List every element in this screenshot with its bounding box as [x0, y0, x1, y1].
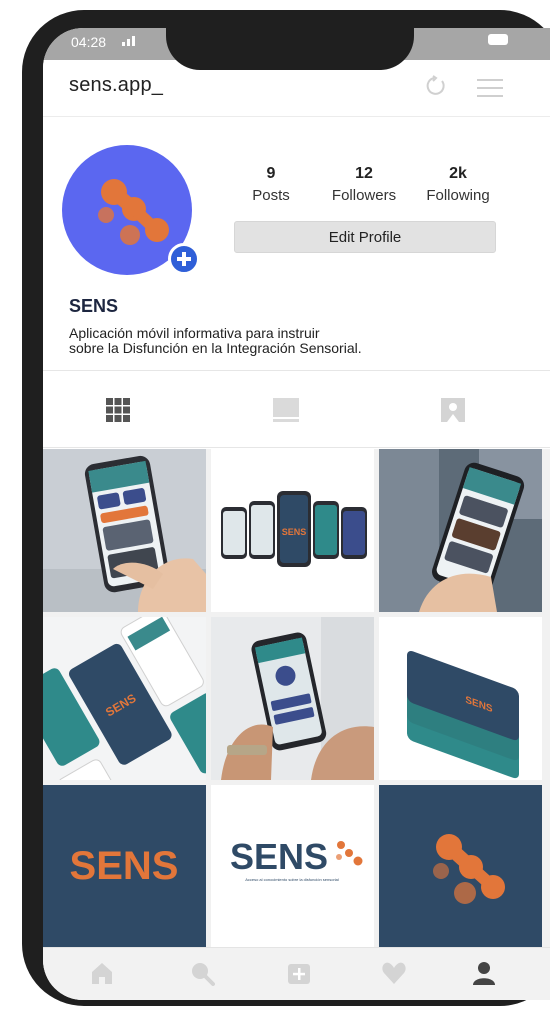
stat-value: 9 [266, 165, 276, 182]
stat-label: Posts [252, 187, 290, 204]
status-time: 04:28 [71, 34, 107, 50]
add-icon[interactable] [286, 960, 312, 986]
sens-wordmark: SENS [70, 844, 179, 888]
heart-icon[interactable] [381, 960, 407, 986]
sens-logo-icon [379, 785, 542, 948]
bottom-nav [43, 947, 550, 1000]
add-story-icon[interactable] [168, 243, 200, 275]
feed-icon[interactable] [271, 395, 301, 425]
post-thumbnail[interactable]: SENS [43, 785, 206, 948]
sens-wordmark: SENS [282, 527, 307, 537]
bio-line: sobre la Disfunción en la Integración Se… [69, 340, 362, 356]
profile-name: SENS [69, 296, 119, 316]
posts-grid: SENS SENS SENS SENS SENS Acceso al conoc… [43, 449, 550, 948]
profile-icon[interactable] [471, 960, 497, 986]
stat-value: 12 [355, 165, 373, 182]
post-thumbnail[interactable]: SENS [211, 449, 374, 612]
post-thumbnail[interactable] [211, 617, 374, 780]
sens-tagline: Acceso al conocimiento sobre la disfunci… [245, 877, 339, 882]
refresh-icon[interactable] [425, 75, 447, 97]
battery-icon [488, 34, 508, 45]
stat-posts[interactable]: 9 Posts [251, 165, 291, 204]
sens-wordmark: SENS [230, 836, 328, 877]
tagged-icon[interactable] [438, 395, 468, 425]
stat-label: Followers [331, 187, 397, 204]
menu-icon[interactable] [477, 79, 503, 97]
stat-label: Following [426, 187, 490, 204]
post-thumbnail[interactable] [379, 785, 542, 948]
signal-icon [122, 36, 135, 46]
post-thumbnail[interactable]: SENS [43, 617, 206, 780]
profile-bio: Aplicación móvil informativa para instru… [69, 326, 449, 356]
stat-followers[interactable]: 12 Followers [326, 165, 402, 204]
edit-profile-button[interactable]: Edit Profile [234, 221, 496, 253]
post-thumbnail[interactable] [43, 449, 206, 612]
stat-following[interactable]: 2k Following [420, 165, 496, 204]
profile-tabs [43, 370, 550, 448]
search-icon[interactable] [189, 960, 215, 986]
post-thumbnail[interactable] [379, 449, 542, 612]
app-screen: 04:28 sens.app_ 9 Posts 12 Followers 2k … [43, 28, 550, 1000]
phone-notch [166, 10, 414, 70]
post-thumbnail[interactable]: SENS Acceso al conocimiento sobre la dis… [211, 785, 374, 948]
stat-value: 2k [449, 165, 467, 182]
profile-handle: sens.app_ [69, 74, 164, 96]
home-icon[interactable] [89, 960, 115, 986]
grid-icon[interactable] [103, 395, 133, 425]
post-thumbnail[interactable]: SENS [379, 617, 542, 780]
bio-line: Aplicación móvil informativa para instru… [69, 325, 320, 341]
